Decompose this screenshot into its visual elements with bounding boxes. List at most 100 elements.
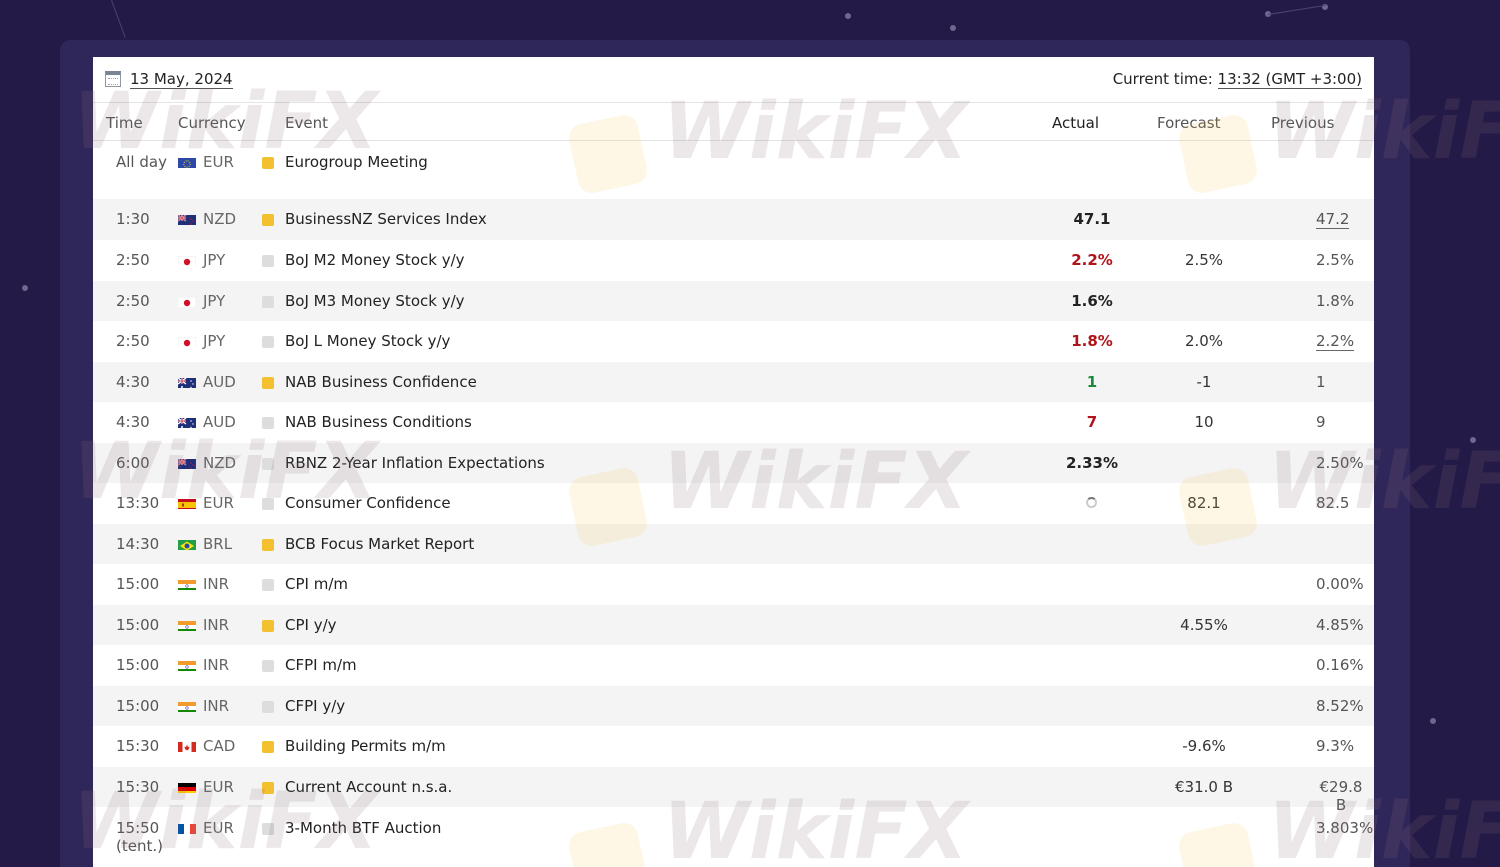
loading-spinner-icon [1086,497,1097,508]
importance-icon [262,458,274,470]
flag-nz-icon [178,457,196,469]
col-previous: Previous [1271,114,1335,132]
event-name[interactable]: CFPI y/y [285,697,345,715]
col-currency: Currency [178,114,246,132]
importance-icon [262,214,274,226]
previous-value-text: 47.2 [1316,210,1350,229]
event-name[interactable]: RBNZ 2-Year Inflation Expectations [285,454,545,472]
event-name[interactable]: CPI m/m [285,575,348,593]
event-name[interactable]: Eurogroup Meeting [285,153,428,171]
table-header: Time Currency Event Actual Forecast Prev… [93,103,1374,141]
event-name[interactable]: NAB Business Confidence [285,373,477,391]
event-name[interactable]: NAB Business Conditions [285,413,472,431]
event-time: 1:30 [116,210,150,228]
event-name[interactable]: CPI y/y [285,616,337,634]
table-row[interactable]: 13:30 EUR Consumer Confidence 82.1 82.5 [93,483,1374,524]
bg-dot [1430,718,1436,724]
currency-code: INR [203,575,230,593]
event-time: 15:30 [116,778,160,796]
table-row[interactable]: 2:50 JPY BoJ M3 Money Stock y/y 1.6% 1.8% [93,281,1374,321]
date-selector[interactable]: 13 May, 2024 [130,70,233,89]
flag-eu-icon [178,156,196,168]
currency-code: INR [203,697,230,715]
currency-code: BRL [203,535,233,553]
actual-value: 2.2% [1071,251,1113,269]
current-time-label: Current time: [1112,70,1213,88]
event-time: 4:30 [116,373,150,391]
importance-icon [262,823,274,835]
forecast-value: 2.5% [1184,251,1224,269]
event-name[interactable]: 3-Month BTF Auction [285,819,441,837]
table-row[interactable]: All day EUR Eurogroup Meeting [93,141,1374,199]
actual-value: 7 [1086,413,1098,431]
event-name[interactable]: BusinessNZ Services Index [285,210,487,228]
previous-value-text: 9.3% [1316,737,1355,755]
importance-icon [262,157,274,169]
table-row[interactable]: 14:30 BRL BCB Focus Market Report [93,524,1374,564]
currency-code: JPY [203,292,226,310]
previous-value-text: 2.50% [1316,454,1364,472]
flag-jp-icon [178,335,196,347]
table-row[interactable]: 6:00 NZD RBNZ 2-Year Inflation Expectation… [93,443,1374,483]
previous-value-text: 0.16% [1316,656,1364,674]
event-name[interactable]: BoJ L Money Stock y/y [285,332,450,350]
flag-fr-icon [178,822,196,834]
event-name[interactable]: CFPI m/m [285,656,357,674]
economic-calendar: 13 May, 2024 Current time: 13:32 (GMT +3… [73,57,1500,867]
table-row[interactable]: 15:00 INR CPI m/m 0.00% [93,564,1374,605]
col-time: Time [106,114,143,132]
previous-value-text: 2.5% [1316,251,1355,269]
calendar-topbar: 13 May, 2024 Current time: 13:32 (GMT +3… [93,57,1374,103]
table-row[interactable]: 15:00 INR CPI y/y 4.55% 4.85% [93,605,1374,645]
flag-in-icon [178,578,196,590]
forecast-value: €31.0 B [1174,778,1233,796]
flag-es-icon [178,497,196,509]
event-name[interactable]: BCB Focus Market Report [285,535,474,553]
previous-value-text: 4.85% [1316,616,1364,634]
importance-icon [262,579,274,591]
event-name[interactable]: Consumer Confidence [285,494,451,512]
flag-in-icon [178,619,196,631]
table-row[interactable]: 1:30 NZD BusinessNZ Services Index 47.1 47.2 [93,199,1374,240]
forecast-value: 2.0% [1184,332,1224,350]
flag-jp-icon [178,254,196,266]
table-row[interactable]: 15:00 INR CFPI y/y 8.52% [93,686,1374,726]
bg-line [1268,4,1326,15]
event-name[interactable]: BoJ M3 Money Stock y/y [285,292,465,310]
table-row[interactable]: 15:30 CAD Building Permits m/m -9.6% 9.3% [93,726,1374,767]
timezone-selector[interactable]: 13:32 (GMT +3:00) [1217,70,1362,89]
event-time: 13:30 [116,494,160,512]
calendar-icon[interactable] [105,71,121,87]
currency-code: NZD [203,210,237,228]
table-row[interactable]: 2:50 JPY BoJ M2 Money Stock y/y 2.2% 2.5% 2.5… [93,240,1374,281]
flag-nz-icon [178,213,196,225]
event-time: 15:50 (tent.) [116,819,163,855]
previous-value-text: 1 [1316,373,1326,391]
currency-code: INR [203,616,230,634]
importance-icon [262,660,274,672]
table-row[interactable]: 15:30 EUR Current Account n.s.a. €31.0 B €29… [93,767,1374,814]
table-row[interactable]: 2:50 JPY BoJ L Money Stock y/y 1.8% 2.0% 2.2% [93,321,1374,362]
importance-icon [262,336,274,348]
bg-dot [1470,437,1476,443]
event-time: 4:30 [116,413,150,431]
forecast-value: 10 [1194,413,1214,431]
event-name[interactable]: Building Permits m/m [285,737,446,755]
table-row[interactable]: 4:30 AUD NAB Business Conditions 7 10 9 [93,402,1374,443]
table-row[interactable]: 15:00 INR CFPI m/m 0.16% [93,645,1374,686]
importance-icon [262,255,274,267]
table-row[interactable]: 15:50 (tent.) EUR 3-Month BTF Auction 3.803… [93,807,1374,865]
event-name[interactable]: BoJ M2 Money Stock y/y [285,251,465,269]
flag-in-icon [178,659,196,671]
flag-de-icon [178,781,196,793]
previous-value-text: 1.8% [1316,292,1355,310]
flag-br-icon [178,538,196,550]
currency-code: EUR [203,778,234,796]
event-name[interactable]: Current Account n.s.a. [285,778,452,796]
currency-code: AUD [203,413,236,431]
col-actual: Actual [1052,114,1099,132]
forecast-value: 82.1 [1187,494,1221,512]
previous-value-text: 8.52% [1316,697,1364,715]
currency-code: CAD [203,737,236,755]
table-row[interactable]: 4:30 AUD NAB Business Confidence 1 -1 1 [93,362,1374,402]
